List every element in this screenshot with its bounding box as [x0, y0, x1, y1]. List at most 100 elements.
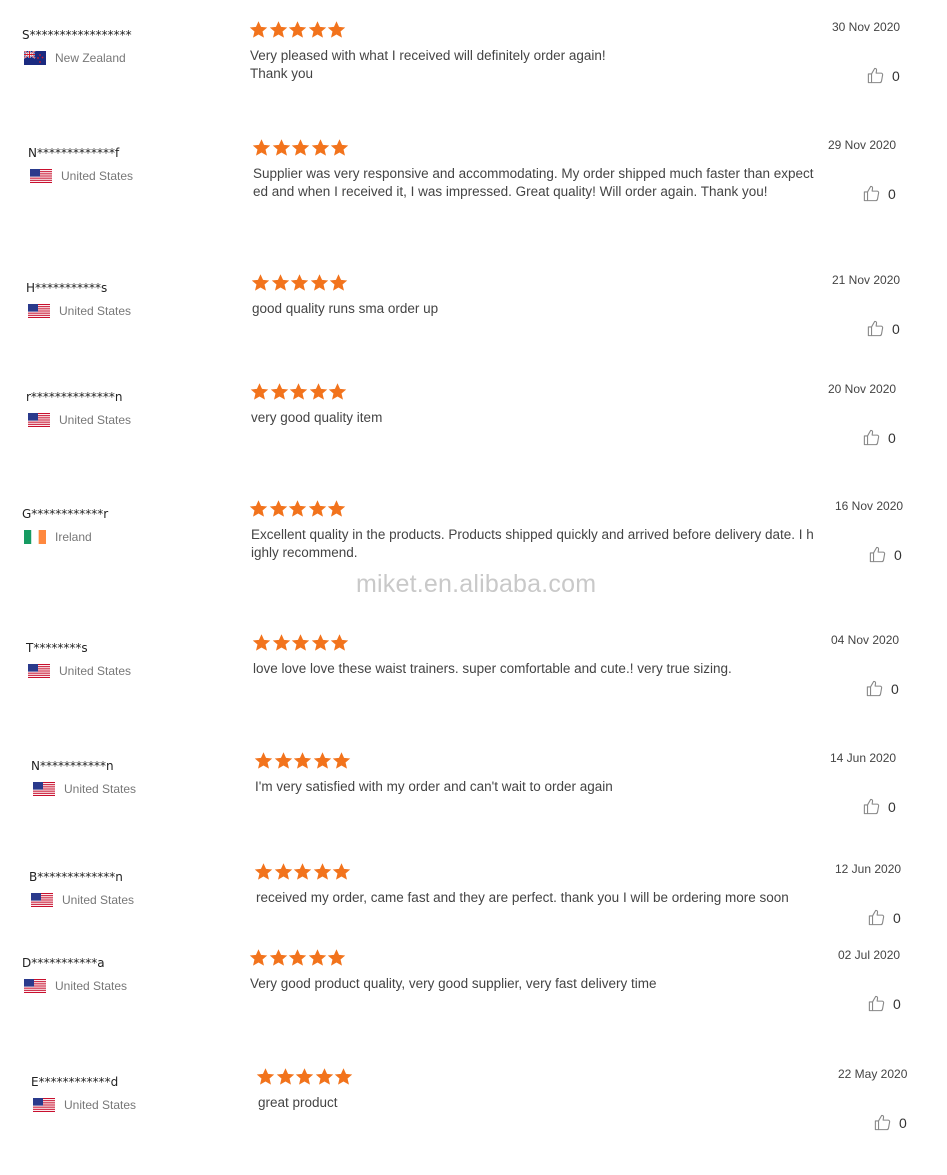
thumbs-up-icon [865, 679, 891, 698]
thumbs-up-icon [873, 1113, 899, 1132]
review-text: great product [258, 1095, 338, 1110]
like-count: 0 [892, 320, 900, 337]
country-label: United States [64, 782, 137, 796]
star-icon [308, 20, 327, 39]
star-icon [327, 20, 346, 39]
star-icon [332, 751, 351, 770]
review-date: 21 Nov 2020 [832, 273, 901, 287]
reviewer-name: G************r [22, 507, 109, 521]
star-icon [293, 862, 312, 881]
star-icon [288, 20, 307, 39]
star-icon [288, 499, 307, 518]
reviewer-country: United States [33, 782, 136, 796]
review-date: 22 May 2020 [838, 1067, 908, 1081]
review-item: E************d United States great product… [0, 1067, 947, 1175]
star-icon [313, 862, 332, 881]
reviewer-country: Ireland [24, 530, 92, 544]
like-button[interactable]: 0 [862, 184, 896, 203]
star-icon [309, 382, 328, 401]
country-label: United States [59, 304, 132, 318]
review-text: Very pleased with what I received will d… [250, 48, 606, 81]
star-icon [274, 751, 293, 770]
reviewer-name: N*************f [28, 146, 120, 160]
review-text: love love love these waist trainers. sup… [253, 661, 732, 676]
star-icon [288, 948, 307, 967]
reviewer-country: United States [33, 1098, 136, 1112]
star-icon [270, 382, 289, 401]
like-button[interactable]: 0 [866, 66, 900, 85]
reviewer-name: B*************n [29, 870, 123, 884]
thumbs-up-icon [867, 994, 893, 1013]
star-icon [269, 499, 288, 518]
star-icon [272, 138, 291, 157]
star-icon [250, 382, 269, 401]
nz-flag-icon [24, 51, 46, 65]
star-icon [276, 1067, 295, 1086]
star-icon [330, 138, 349, 157]
star-icon [328, 382, 347, 401]
like-button[interactable]: 0 [867, 908, 901, 927]
review-item: D***********a United States Very good prod… [0, 948, 947, 1056]
thumbs-up-icon [862, 428, 888, 447]
review-item: T********s United States love love love th… [0, 633, 947, 741]
star-icon [249, 948, 268, 967]
like-count: 0 [893, 909, 901, 926]
like-button[interactable]: 0 [862, 797, 896, 816]
star-rating [252, 633, 350, 652]
star-rating [252, 138, 350, 157]
review-text: Excellent quality in the products. Produ… [251, 527, 814, 560]
star-icon [249, 499, 268, 518]
us-flag-icon [31, 893, 53, 907]
star-icon [308, 948, 327, 967]
star-icon [254, 751, 273, 770]
reviewer-country: United States [24, 979, 127, 993]
star-icon [269, 948, 288, 967]
thumbs-up-icon [866, 319, 892, 338]
like-count: 0 [888, 429, 896, 446]
review-item: B*************n United States received my … [0, 862, 947, 970]
star-icon [274, 862, 293, 881]
star-icon [330, 633, 349, 652]
star-icon [295, 1067, 314, 1086]
review-date: 12 Jun 2020 [835, 862, 902, 876]
reviewer-country: United States [28, 304, 131, 318]
star-icon [293, 751, 312, 770]
thumbs-up-icon [866, 66, 892, 85]
country-label: United States [61, 169, 134, 183]
reviewer-country: United States [28, 664, 131, 678]
review-item: H***********s United States good quality r… [0, 273, 947, 381]
like-button[interactable]: 0 [868, 545, 902, 564]
ie-flag-icon [24, 530, 46, 544]
review-date: 30 Nov 2020 [832, 20, 901, 34]
reviewer-name: r**************n [26, 390, 123, 404]
star-icon [334, 1067, 353, 1086]
star-icon [291, 138, 310, 157]
star-icon [315, 1067, 334, 1086]
like-button[interactable]: 0 [866, 319, 900, 338]
star-rating [256, 1067, 354, 1086]
like-button[interactable]: 0 [867, 994, 901, 1013]
country-label: United States [64, 1098, 137, 1112]
thumbs-up-icon [867, 908, 893, 927]
star-icon [311, 633, 330, 652]
us-flag-icon [30, 169, 52, 183]
like-count: 0 [899, 1114, 907, 1131]
country-label: United States [62, 893, 135, 907]
review-text: I'm very satisfied with my order and can… [255, 779, 613, 794]
review-item: N***********n United States I'm very satis… [0, 751, 947, 859]
reviewer-name: H***********s [26, 281, 108, 295]
review-text: good quality runs sma order up [252, 301, 439, 316]
like-button[interactable]: 0 [873, 1113, 907, 1132]
country-label: Ireland [55, 530, 92, 544]
us-flag-icon [28, 413, 50, 427]
reviewer-name: S***************** [22, 28, 132, 42]
watermark: miket.en.alibaba.com [356, 570, 597, 598]
star-icon [252, 633, 271, 652]
star-icon [289, 382, 308, 401]
like-button[interactable]: 0 [862, 428, 896, 447]
star-icon [254, 862, 273, 881]
like-button[interactable]: 0 [865, 679, 899, 698]
star-rating [251, 273, 349, 292]
review-text: very good quality item [251, 410, 383, 425]
reviewer-name: D***********a [22, 956, 105, 970]
